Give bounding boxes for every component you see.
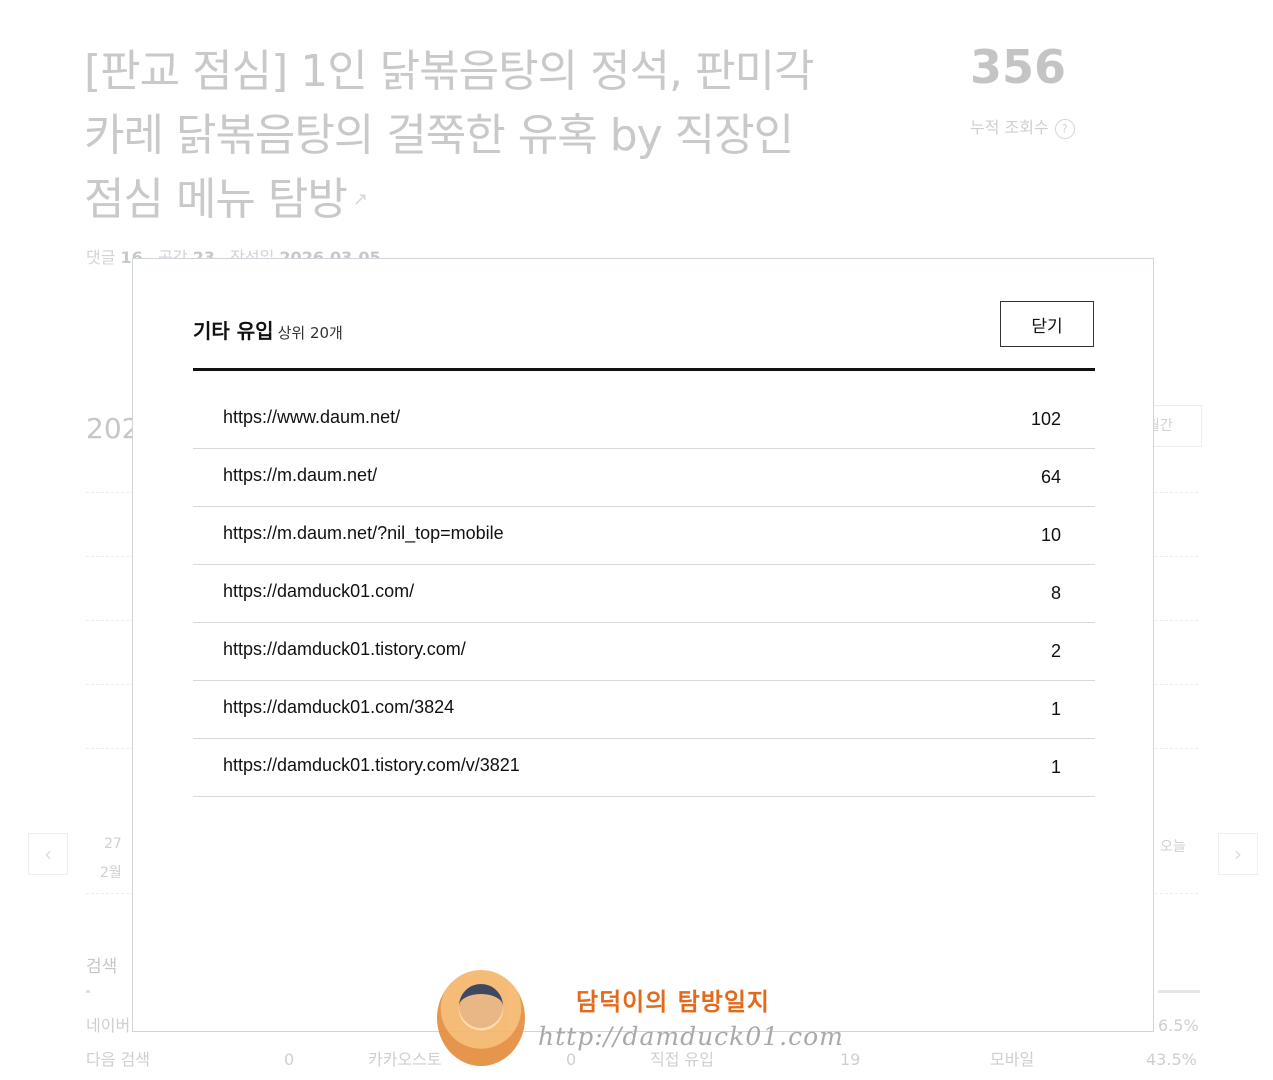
- naver-percent: 6.5%: [1158, 1016, 1199, 1035]
- modal-subtitle: 상위 20개: [277, 324, 343, 342]
- watermark-url: http://damduck01.com: [538, 1022, 844, 1051]
- modal-title-text: 기타 유입: [193, 319, 274, 343]
- referrer-count: 8: [1050, 583, 1061, 603]
- referrer-count: 102: [1030, 409, 1061, 429]
- referrer-url: https://m.daum.net/?nil_top=mobile: [223, 523, 504, 543]
- post-title: [판교 점심] 1인 닭볶음탕의 정석, 판미각 카레 닭볶음탕의 걸쭉한 유혹…: [84, 40, 844, 232]
- watermark-avatar: [437, 970, 525, 1066]
- axis-month-label: 2월: [100, 865, 122, 881]
- referrer-url: https://damduck01.com/: [223, 581, 415, 601]
- referrer-url: https://damduck01.tistory.com/: [223, 639, 466, 659]
- referrer-count: 64: [1040, 467, 1061, 487]
- referrer-url: https://damduck01.tistory.com/v/3821: [223, 755, 520, 775]
- search-bar-fragment: [86, 990, 90, 993]
- direct-value: 19: [840, 1050, 861, 1069]
- daum-search-label: 다음 검색: [86, 1050, 150, 1069]
- referrer-count: 2: [1050, 641, 1061, 661]
- list-item: https://m.daum.net/ 64: [193, 449, 1095, 507]
- external-link-icon[interactable]: ↗: [353, 189, 368, 210]
- modal-title: 기타 유입 상위 20개: [193, 315, 343, 344]
- referrer-list: https://www.daum.net/ 102 https://m.daum…: [193, 391, 1095, 797]
- total-views-label-text: 누적 조회수: [970, 118, 1049, 137]
- referrer-count: 10: [1040, 525, 1061, 545]
- axis-today-label: 오늘: [1160, 839, 1186, 855]
- naver-label: 네이버: [86, 1016, 131, 1035]
- total-views: 356: [970, 40, 1067, 94]
- mobile-percent: 43.5%: [1146, 1050, 1197, 1069]
- list-item: https://damduck01.tistory.com/v/3821 1: [193, 739, 1095, 797]
- post-title-text: [판교 점심] 1인 닭볶음탕의 정석, 판미각 카레 닭볶음탕의 걸쭉한 유혹…: [84, 46, 814, 225]
- referrer-url: https://m.daum.net/: [223, 465, 378, 485]
- list-item: https://damduck01.com/ 8: [193, 565, 1095, 623]
- header-rule: [193, 368, 1095, 371]
- kakaostory-value: 0: [566, 1050, 577, 1069]
- axis-day-label: 27: [104, 836, 122, 852]
- comments-label: 댓글: [86, 248, 116, 267]
- referrer-url: https://www.daum.net/: [223, 407, 401, 427]
- daum-search-value: 0: [284, 1050, 295, 1069]
- search-sources-heading: 검색: [86, 957, 118, 977]
- referrer-modal: 기타 유입 상위 20개 닫기 https://www.daum.net/ 102…: [132, 258, 1154, 1032]
- mobile-label: 모바일: [990, 1050, 1035, 1069]
- total-views-label: 누적 조회수?: [970, 114, 1075, 139]
- list-item: https://m.daum.net/?nil_top=mobile 10: [193, 507, 1095, 565]
- close-button[interactable]: 닫기: [1000, 301, 1094, 347]
- referrer-count: 1: [1050, 699, 1061, 719]
- watermark-name: 담덕이의 탐방일지: [576, 987, 770, 1016]
- list-item: https://damduck01.com/3824 1: [193, 681, 1095, 739]
- kakaostory-label: 카카오스토: [368, 1050, 442, 1069]
- help-icon[interactable]: ?: [1054, 119, 1075, 139]
- avatar-face-icon: [459, 984, 503, 1028]
- list-item: https://damduck01.tistory.com/ 2: [193, 623, 1095, 681]
- list-item: https://www.daum.net/ 102: [193, 391, 1095, 449]
- share-bar-fragment: [1158, 990, 1200, 993]
- chart-next-button[interactable]: ›: [1218, 833, 1258, 875]
- chart-prev-button[interactable]: ‹: [28, 833, 68, 875]
- referrer-url: https://damduck01.com/3824: [223, 697, 455, 717]
- referrer-count: 1: [1050, 757, 1061, 777]
